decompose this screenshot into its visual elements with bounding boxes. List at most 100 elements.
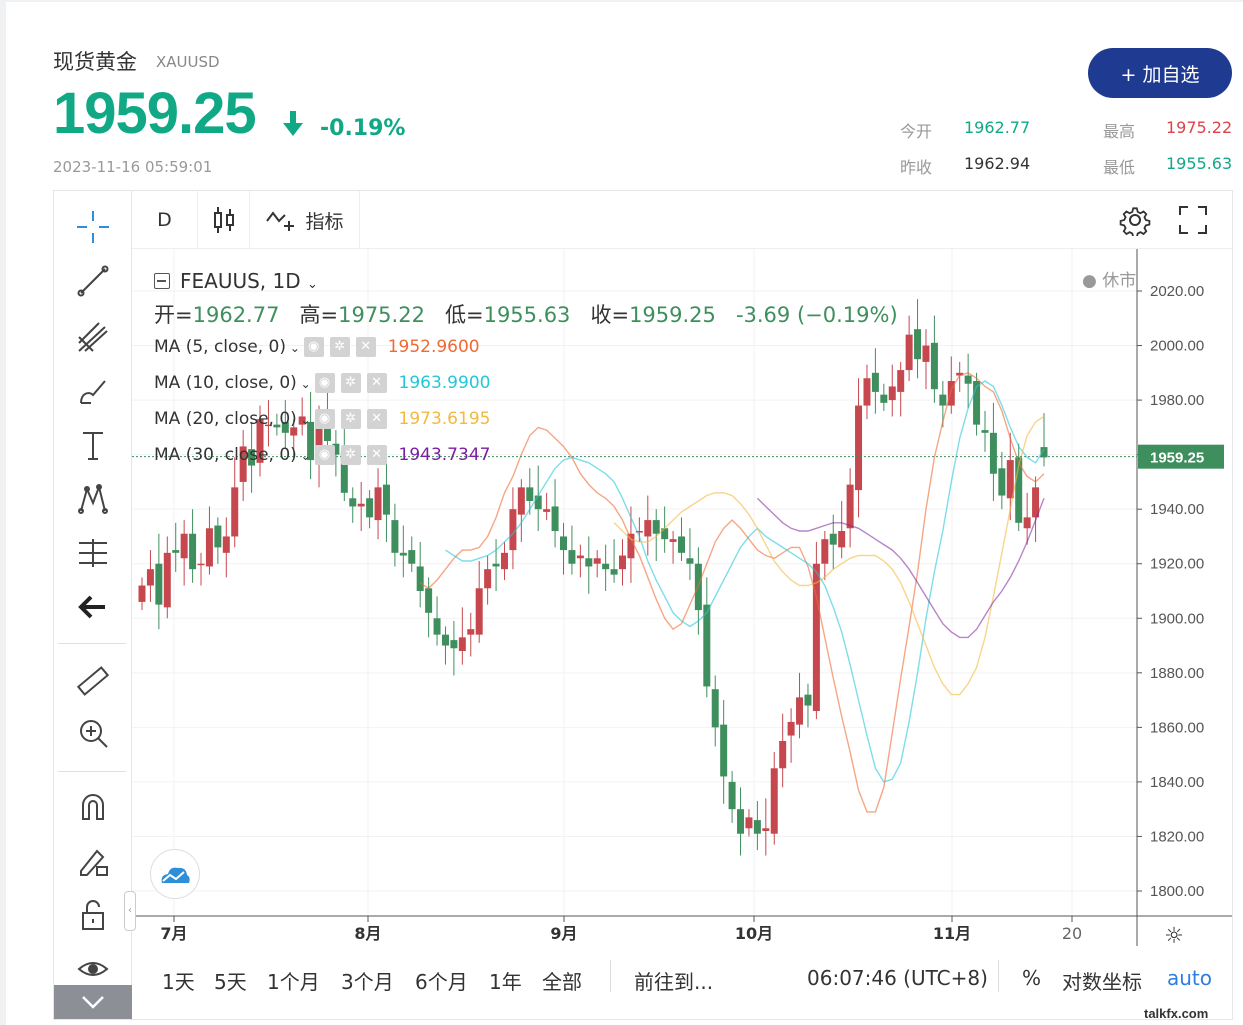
settings-icon[interactable]: ✲ (340, 373, 361, 393)
candle-body (475, 588, 483, 635)
candle-body (374, 487, 382, 521)
ma-label[interactable]: MA (5, close, 0) (154, 337, 286, 357)
back-arrow-icon[interactable] (68, 585, 118, 629)
candle-body (382, 484, 390, 515)
collapse-handle[interactable]: ‹ (124, 891, 136, 931)
fullscreen-button[interactable] (1168, 191, 1218, 249)
lock-drawing-icon[interactable] (68, 839, 118, 883)
eye-icon[interactable]: ◉ (314, 373, 335, 393)
chevron-down-icon[interactable]: ⌄ (297, 413, 315, 427)
candle-body (517, 487, 525, 515)
chevron-down-icon[interactable]: ⌄ (297, 377, 315, 391)
add-watchlist-button[interactable]: + 加自选 (1088, 48, 1232, 98)
log-scale-toggle[interactable]: 对数坐标 (1062, 966, 1142, 995)
eye-icon[interactable]: ◉ (314, 409, 335, 429)
ma-label[interactable]: MA (20, close, 0) (154, 409, 297, 429)
close-icon[interactable]: ✕ (366, 445, 387, 465)
chart-widget: D 指标 2020.002000.001980.001960.001940.00… (53, 190, 1233, 1021)
brush-icon[interactable] (68, 369, 118, 413)
settings-icon[interactable]: ✲ (340, 445, 361, 465)
eye-icon[interactable]: ◉ (303, 337, 324, 357)
open-value: 1962.77 (964, 118, 1031, 137)
candle-body (779, 741, 787, 769)
close-icon[interactable]: ✕ (355, 337, 376, 357)
collapse-icon[interactable] (154, 273, 170, 289)
unlock-icon[interactable] (68, 893, 118, 937)
expand-toolbar-button[interactable] (54, 985, 132, 1019)
chart-type-button[interactable] (198, 191, 250, 249)
interval-button[interactable]: D (132, 191, 198, 249)
pattern-icon[interactable] (68, 477, 118, 521)
chevron-down-icon[interactable]: ⌄ (286, 341, 304, 355)
settings-icon[interactable]: ✲ (329, 337, 350, 357)
candle-body (610, 569, 618, 575)
range-button[interactable]: 1年 (489, 966, 522, 995)
ruler-icon[interactable] (68, 659, 118, 703)
crosshair-icon[interactable] (68, 205, 118, 249)
candle-body (138, 585, 146, 602)
candle-body (458, 637, 466, 651)
candle-body (863, 378, 871, 406)
forecast-icon[interactable] (68, 531, 118, 575)
candle-body (930, 342, 938, 390)
axis-settings-icon[interactable]: ☼ (1164, 924, 1184, 946)
y-tick-label: 1840.00 (1150, 774, 1204, 791)
indicators-icon (266, 211, 295, 231)
candle-body (441, 634, 449, 646)
range-button[interactable]: 全部 (542, 966, 582, 995)
candle-body (222, 536, 230, 553)
text-tool-icon[interactable] (68, 423, 118, 467)
auto-scale-toggle[interactable]: auto (1167, 966, 1212, 990)
settings-icon[interactable]: ✲ (340, 409, 361, 429)
magnet-icon[interactable] (68, 785, 118, 829)
open-key: 开= (154, 303, 193, 327)
close-key: 收= (590, 303, 630, 327)
range-button[interactable]: 3个月 (341, 966, 394, 995)
eye-icon[interactable]: ◉ (314, 445, 335, 465)
percent-toggle[interactable]: % (1022, 966, 1041, 990)
close-icon[interactable]: ✕ (366, 409, 387, 429)
zoom-in-icon[interactable] (68, 711, 118, 755)
candle-body (922, 345, 930, 362)
candle-body (1023, 517, 1031, 529)
candle-body (214, 525, 222, 548)
close-icon[interactable]: ✕ (366, 373, 387, 393)
candle-body (644, 520, 652, 537)
chart-toolbar: D 指标 (132, 191, 1232, 249)
indicators-label: 指标 (305, 210, 344, 233)
goto-date-button[interactable]: 前往到... (634, 966, 713, 995)
chevron-down-icon[interactable]: ⌄ (307, 277, 318, 292)
chevron-down-icon[interactable]: ⌄ (297, 449, 315, 463)
candle-body (172, 550, 180, 553)
candle-body (770, 768, 778, 834)
settings-button[interactable] (1110, 191, 1160, 249)
candle-body (349, 498, 357, 507)
gear-icon (1119, 207, 1151, 236)
close-val: 1959.25 (629, 303, 716, 327)
candles-icon (213, 207, 234, 233)
candle-body (526, 487, 534, 501)
candle-body (711, 689, 719, 728)
ma-label[interactable]: MA (10, close, 0) (154, 373, 297, 393)
indicators-button[interactable]: 指标 (250, 191, 360, 249)
change-val: -3.69 (−0.19%) (735, 303, 898, 327)
range-button[interactable]: 5天 (214, 966, 247, 995)
y-tick-label: 1880.00 (1150, 665, 1204, 682)
range-button[interactable]: 1天 (162, 966, 195, 995)
high-key: 高= (299, 303, 339, 327)
candle-body (180, 533, 188, 559)
range-button[interactable]: 6个月 (415, 966, 468, 995)
range-button[interactable]: 1个月 (267, 966, 320, 995)
y-tick-label: 1860.00 (1150, 719, 1204, 736)
ma-line-ma10 (445, 380, 1045, 783)
fullscreen-icon (1179, 206, 1207, 234)
trend-line-icon[interactable] (68, 259, 118, 303)
legend-symbol-row: FEAUUS, 1D ⌄ (154, 269, 318, 293)
timestamp: 2023-11-16 05:59:01 (53, 158, 213, 176)
ma-line-ma30 (756, 497, 1045, 639)
pitchfork-icon[interactable] (68, 315, 118, 359)
clock[interactable]: 06:07:46 (UTC+8) (807, 966, 988, 990)
candle-body (871, 372, 879, 392)
ma-label[interactable]: MA (30, close, 0) (154, 445, 297, 465)
chart-logo[interactable] (150, 849, 200, 899)
